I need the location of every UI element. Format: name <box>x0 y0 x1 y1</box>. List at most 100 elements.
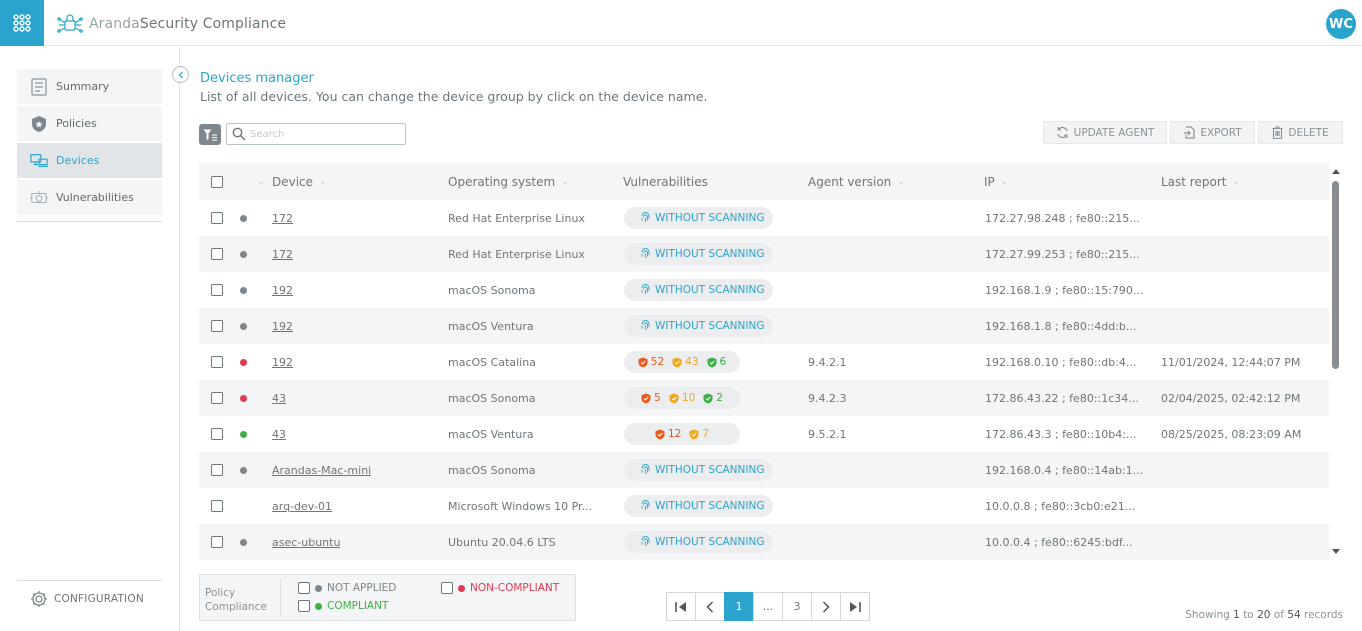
filter-button[interactable] <box>199 124 221 145</box>
column-header-last-report[interactable]: Last report ⌄ <box>1161 163 1240 200</box>
summary-icon <box>30 77 48 96</box>
column-header-ip[interactable]: IP ⌄ <box>984 163 1008 200</box>
not-applied-checkbox[interactable] <box>298 582 310 594</box>
sidebar-item-policies[interactable]: Policies <box>17 106 162 141</box>
delete-button[interactable]: DELETE <box>1258 121 1343 144</box>
row-checkbox[interactable] <box>211 320 223 332</box>
sidebar-item-vulnerabilities[interactable]: Vulnerabilities <box>17 180 162 215</box>
row-checkbox[interactable] <box>211 212 223 224</box>
records-suffix: records <box>1303 609 1343 621</box>
compliant-checkbox[interactable] <box>298 600 310 612</box>
scrollbar-thumb[interactable] <box>1332 181 1339 369</box>
configuration-button[interactable]: CONFIGURATION <box>30 590 144 608</box>
chevron-left-icon <box>178 71 183 78</box>
table-row: 43 macOS Ventura 12 7 9.5.2.1 172.86.43.3 ; f… <box>199 416 1329 452</box>
devices-icon <box>30 152 48 170</box>
device-link[interactable]: Arandas-Mac-mini <box>272 464 371 477</box>
row-checkbox[interactable] <box>211 428 223 440</box>
device-link[interactable]: 43 <box>272 428 286 441</box>
legend-divider <box>280 579 281 617</box>
status-cell <box>240 308 247 344</box>
device-link[interactable]: 192 <box>272 356 293 369</box>
search-icon <box>232 127 246 141</box>
vulnerabilities-icon <box>30 189 48 207</box>
column-header-device[interactable]: Device ⌄ <box>272 163 327 200</box>
vulnerability-counts-badge[interactable]: 5 10 2 <box>624 387 740 409</box>
status-dot <box>240 250 247 258</box>
table-row: 192 macOS Ventura WITHOUT SCANNING 192.168.… <box>199 308 1329 344</box>
row-checkbox[interactable] <box>211 392 223 404</box>
apps-menu-button[interactable] <box>0 0 44 46</box>
chevron-down-icon: ⌄ <box>897 176 905 187</box>
brand-name: ArandaSecurity Compliance <box>89 16 286 32</box>
devices-table: ⌄ Device ⌄ Operating system ⌄ Vulnerabilit… <box>199 163 1329 560</box>
row-checkbox[interactable] <box>211 248 223 260</box>
non-compliant-checkbox[interactable] <box>441 582 453 594</box>
select-all-checkbox[interactable] <box>211 175 223 188</box>
vulnerability-status-label: WITHOUT SCANNING <box>655 320 765 332</box>
fingerprint-icon <box>641 536 650 546</box>
sidebar-item-summary[interactable]: Summary <box>17 69 162 104</box>
export-button[interactable]: EXPORT <box>1170 121 1255 144</box>
device-link[interactable]: arq-dev-01 <box>272 500 332 513</box>
without-scanning-badge[interactable]: WITHOUT SCANNING <box>624 207 774 229</box>
high-vulnerability-count: 5 <box>641 392 661 404</box>
row-checkbox[interactable] <box>211 464 223 476</box>
count-value: 10 <box>681 392 696 404</box>
device-link[interactable]: 192 <box>272 320 293 333</box>
count-value: 52 <box>650 356 665 368</box>
page-button-1[interactable]: 1 <box>724 592 754 621</box>
without-scanning-badge[interactable]: WITHOUT SCANNING <box>624 243 774 265</box>
policy-compliance-legend: Policy Compliance NOT APPLIED COMPLIANT … <box>199 574 576 621</box>
page-button-3[interactable]: 3 <box>782 592 812 621</box>
legend-title: Policy Compliance <box>205 586 267 614</box>
agent-version-cell: 9.5.2.1 <box>808 427 847 441</box>
os-cell: macOS Sonoma <box>448 283 536 297</box>
update-agent-button[interactable]: UPDATE AGENT <box>1043 121 1167 144</box>
without-scanning-badge[interactable]: WITHOUT SCANNING <box>624 531 774 553</box>
page-subtitle: List of all devices. You can change the … <box>200 89 708 104</box>
device-cell: 192 <box>272 272 293 308</box>
vulnerability-status-label: WITHOUT SCANNING <box>655 212 765 224</box>
next-page-button[interactable] <box>811 592 841 621</box>
device-link[interactable]: 172 <box>272 212 293 225</box>
header-status-sort[interactable]: ⌄ <box>251 163 265 200</box>
low-severity-shield-icon <box>703 393 713 403</box>
without-scanning-badge[interactable]: WITHOUT SCANNING <box>624 279 774 301</box>
device-link[interactable]: 192 <box>272 284 293 297</box>
row-checkbox[interactable] <box>211 356 223 368</box>
device-link[interactable]: 172 <box>272 248 293 261</box>
without-scanning-badge[interactable]: WITHOUT SCANNING <box>624 495 774 517</box>
last-report-cell: 08/25/2025, 08:23:09 AM <box>1161 427 1302 441</box>
vulnerability-counts-badge[interactable]: 52 43 6 <box>624 351 740 373</box>
row-checkbox[interactable] <box>211 500 223 512</box>
device-link[interactable]: asec-ubuntu <box>272 536 340 549</box>
aranda-logo-icon <box>57 14 83 33</box>
status-dot <box>240 430 247 438</box>
column-header-os[interactable]: Operating system ⌄ <box>448 163 569 200</box>
collapse-sidebar-button[interactable] <box>172 66 189 83</box>
previous-page-button[interactable] <box>695 592 725 621</box>
device-link[interactable]: 43 <box>272 392 286 405</box>
row-checkbox[interactable] <box>211 284 223 296</box>
sidebar-item-label: Summary <box>56 80 110 93</box>
page-ellipsis[interactable]: ... <box>753 592 783 621</box>
fingerprint-icon <box>641 212 650 222</box>
status-dot <box>240 466 247 474</box>
vulnerability-counts-badge[interactable]: 12 7 <box>624 423 740 445</box>
row-checkbox[interactable] <box>211 536 223 548</box>
column-header-vulnerabilities[interactable]: Vulnerabilities <box>623 163 708 200</box>
legend-label: NON-COMPLIANT <box>470 582 560 594</box>
row-select-cell <box>211 452 223 488</box>
without-scanning-badge[interactable]: WITHOUT SCANNING <box>624 315 774 337</box>
without-scanning-badge[interactable]: WITHOUT SCANNING <box>624 459 774 481</box>
status-dot <box>458 584 465 592</box>
os-cell: Microsoft Windows 10 Pr... <box>448 499 593 513</box>
sidebar: Summary Policies Devices Vulnerabilities… <box>0 47 180 631</box>
column-header-agent-version[interactable]: Agent version ⌄ <box>808 163 905 200</box>
first-page-button[interactable] <box>666 592 696 621</box>
search-input[interactable] <box>250 128 400 140</box>
user-avatar[interactable]: WC <box>1326 9 1356 39</box>
last-page-button[interactable] <box>840 592 870 621</box>
sidebar-item-devices[interactable]: Devices <box>17 143 162 178</box>
